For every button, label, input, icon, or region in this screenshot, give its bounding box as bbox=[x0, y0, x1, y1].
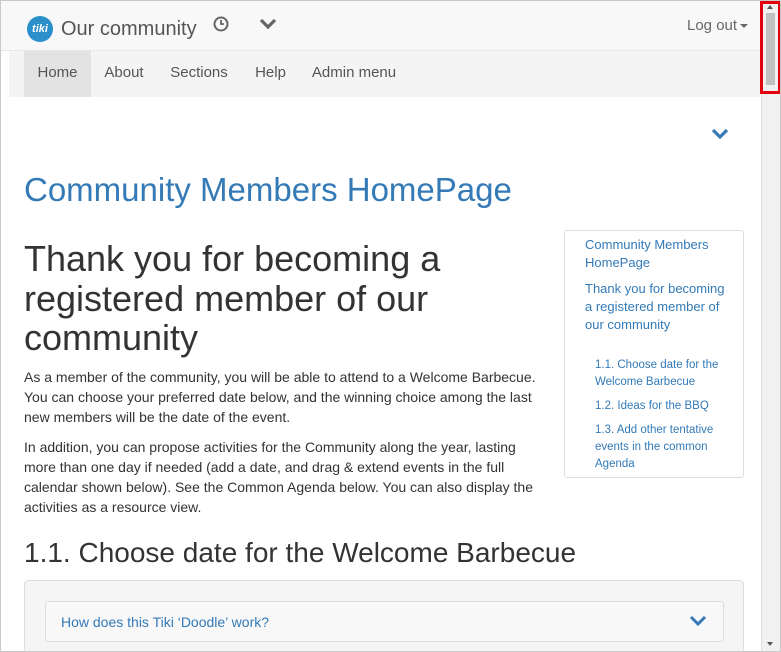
menu-item-admin[interactable]: Admin menu bbox=[305, 51, 403, 97]
toc-link[interactable]: Community Members HomePage bbox=[585, 236, 730, 272]
toc-link[interactable]: 1.3. Add other tentative events in the c… bbox=[595, 422, 735, 473]
site-name: Our community bbox=[61, 18, 197, 40]
menu-item-home[interactable]: Home bbox=[24, 51, 91, 97]
table-of-contents: Community Members HomePage Thank you for… bbox=[564, 230, 744, 478]
site-brand[interactable]: tiki Our community bbox=[27, 16, 197, 42]
accordion-title: How does this Tiki ‘Doodle’ work? bbox=[61, 614, 270, 630]
activities-paragraph: In addition, you can propose activities … bbox=[24, 439, 534, 515]
toc-link[interactable]: Thank you for becoming a registered memb… bbox=[585, 280, 730, 334]
chevron-down-icon bbox=[689, 615, 707, 627]
caret-down-icon bbox=[740, 24, 749, 29]
clock-icon[interactable] bbox=[212, 15, 230, 33]
toc-link[interactable]: 1.1. Choose date for the Welcome Barbecu… bbox=[595, 357, 735, 391]
menu-item-about[interactable]: About bbox=[95, 51, 153, 97]
vertical-scrollbar[interactable] bbox=[761, 1, 780, 651]
menu-item-sections[interactable]: Sections bbox=[161, 51, 237, 97]
intro-paragraph: As a member of the community, you will b… bbox=[24, 369, 536, 425]
toc-link[interactable]: 1.2. Ideas for the BBQ bbox=[595, 398, 735, 415]
menu-item-help[interactable]: Help bbox=[247, 51, 294, 97]
doodle-help-accordion[interactable]: How does this Tiki ‘Doodle’ work? bbox=[45, 601, 724, 642]
page-title: Community Members HomePage bbox=[24, 171, 512, 208]
section-heading: 1.1. Choose date for the Welcome Barbecu… bbox=[24, 537, 577, 568]
page-options-chevron-icon[interactable] bbox=[710, 125, 730, 143]
top-navbar: tiki Our community Log out bbox=[1, 1, 760, 51]
logout-label: Log out bbox=[687, 17, 738, 34]
tiki-logo-icon: tiki bbox=[27, 16, 53, 42]
chevron-down-icon[interactable] bbox=[258, 15, 278, 33]
scrollbar-highlight-box bbox=[760, 1, 780, 94]
browser-viewport: tiki Our community Log out Home About Se… bbox=[0, 0, 781, 652]
main-menu: Home About Sections Help Admin menu bbox=[9, 51, 760, 97]
doodle-panel: How does this Tiki ‘Doodle’ work? bbox=[24, 580, 744, 651]
scroll-down-arrow-icon[interactable] bbox=[767, 642, 773, 646]
welcome-heading: Thank you for becoming a registered memb… bbox=[24, 238, 441, 358]
logout-dropdown[interactable]: Log out bbox=[687, 17, 749, 34]
